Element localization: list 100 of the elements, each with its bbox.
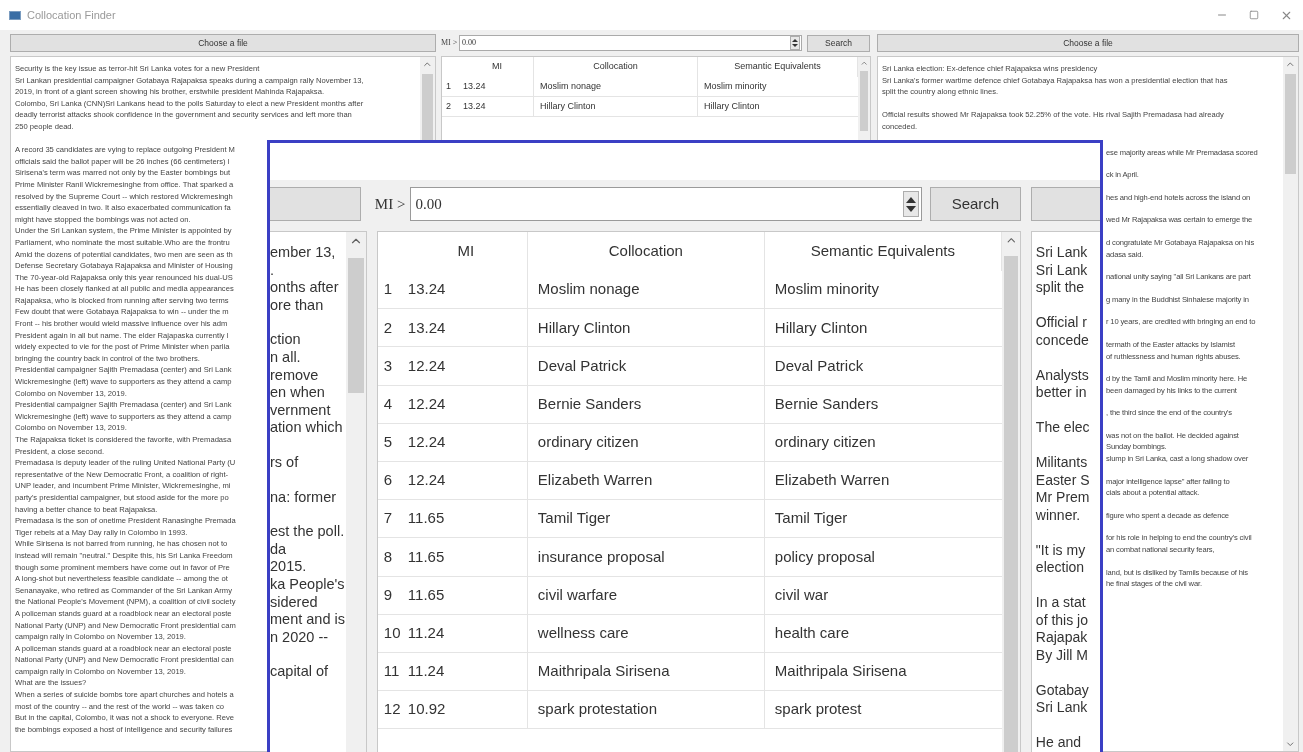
table-cell-text: 11.24 xyxy=(407,661,445,682)
text-line: split the xyxy=(1035,279,1085,297)
column-header[interactable]: MI xyxy=(492,60,502,74)
text-line: ember 13, xyxy=(270,244,336,262)
text-line: Sri Lank xyxy=(1035,261,1088,279)
text-line: est the poll. xyxy=(270,523,345,541)
table-cell-text: Elizabeth Warren xyxy=(537,470,653,491)
scroll-thumb[interactable] xyxy=(347,258,364,393)
text-line: Sri Lank xyxy=(1035,244,1088,262)
table-cell-text: Hillary Clinton xyxy=(540,99,596,113)
row-number: 4 xyxy=(383,393,393,414)
choose-file-button[interactable] xyxy=(270,187,361,221)
row-number: 2 xyxy=(383,317,393,338)
text-line: Militants xyxy=(1035,454,1088,472)
text-line: By Jill M xyxy=(1035,646,1088,664)
text-line: "It is my xyxy=(1035,541,1086,559)
scrollbar[interactable] xyxy=(1001,232,1020,752)
spin-arrows-icon[interactable] xyxy=(790,36,800,50)
choose-file-button[interactable] xyxy=(1030,187,1100,221)
table-cell-text: Bernie Sanders xyxy=(537,393,642,414)
column-header[interactable]: Semantic Equivalents xyxy=(810,240,955,263)
table-cell-text: ordinary citizen xyxy=(774,432,876,453)
mi-threshold-field[interactable]: 0.00 xyxy=(410,187,922,221)
row-number: 3 xyxy=(383,355,393,376)
text-panel[interactable]: ember 13, . onths after ore than ction n all. remove en when vernment ation which rs of na: former est the poll. da 2015. ka People's sidered ment and is n 2020 -- capital of xyxy=(270,231,367,752)
table-cell-text: Elizabeth Warren xyxy=(774,470,890,491)
choose-file-button[interactable]: Choose a file xyxy=(10,34,436,52)
text-line: ore than xyxy=(270,296,324,315)
table-cell-text: insurance proposal xyxy=(537,546,665,567)
text-line: ation which xyxy=(270,419,343,437)
text-line: da xyxy=(270,540,287,559)
text-line: onths after xyxy=(270,279,339,297)
text-line: of this jo xyxy=(1035,611,1088,629)
table-cell-text: 13.24 xyxy=(407,279,446,300)
search-button[interactable]: Search xyxy=(930,187,1021,221)
scrollbar[interactable] xyxy=(1283,57,1298,751)
column-header[interactable]: Collocation xyxy=(608,240,683,263)
text-line: remove xyxy=(270,366,319,385)
table-cell-text: 12.24 xyxy=(407,470,446,491)
table-cell-text: Hillary Clinton xyxy=(537,317,631,338)
choose-file-button[interactable]: Choose a file xyxy=(877,34,1299,52)
table-cell-text: 13.24 xyxy=(463,99,486,113)
scrollbar[interactable] xyxy=(345,232,366,752)
text-line: Rajapak xyxy=(1035,629,1088,647)
row-number: 8 xyxy=(383,546,393,567)
table-cell-text: civil warfare xyxy=(537,584,617,605)
text-line: Sri Lank xyxy=(1035,699,1088,717)
text-line: ment and is xyxy=(270,611,345,629)
maximize-icon xyxy=(1249,10,1259,20)
table-cell-text: 11.65 xyxy=(407,584,445,605)
table-cell-text: 13.24 xyxy=(407,317,446,338)
window-title: Collocation Finder xyxy=(27,7,116,23)
table-cell-text: health care xyxy=(774,623,850,644)
table-cell-text: 12.24 xyxy=(407,432,446,453)
text-line: concede xyxy=(1035,331,1089,349)
row-number: 12 xyxy=(383,699,401,720)
text-line: In a stat xyxy=(1035,594,1086,612)
table-cell-text: 12.24 xyxy=(407,393,446,414)
text-line: ction xyxy=(270,331,301,349)
text-line: na: former xyxy=(270,488,337,507)
spin-arrows-icon[interactable] xyxy=(903,191,919,217)
table-cell-text: Moslim nonage xyxy=(540,79,602,93)
text-line: Official r xyxy=(1035,314,1087,332)
table-cell-text: 12.24 xyxy=(407,355,446,376)
table-cell-text: Bernie Sanders xyxy=(774,393,879,414)
column-header[interactable]: Semantic Equivalents xyxy=(734,60,821,74)
table-cell-text: Deval Patrick xyxy=(774,355,864,376)
scroll-up-icon[interactable] xyxy=(859,59,869,68)
table-cell-text: Moslim minority xyxy=(704,79,767,93)
text-line: Analysts xyxy=(1035,366,1089,384)
text-line: 2015. xyxy=(270,558,307,576)
scroll-thumb[interactable] xyxy=(860,71,868,131)
filter-label: MI > xyxy=(374,194,407,214)
mi-threshold-field[interactable]: 0.00 xyxy=(459,35,802,51)
scroll-thumb[interactable] xyxy=(1003,256,1018,752)
table-cell-text: civil war xyxy=(774,584,829,605)
table-cell-text: Hillary Clinton xyxy=(704,99,760,113)
text-line: vernment xyxy=(270,401,331,420)
column-header[interactable]: MI xyxy=(457,240,475,263)
text-line: Gotabay xyxy=(1035,681,1089,699)
search-button[interactable]: Search xyxy=(807,34,870,52)
table-cell-text: ordinary citizen xyxy=(537,432,639,453)
table-cell-text: 10.92 xyxy=(407,699,446,720)
app-icon xyxy=(9,10,21,20)
table-cell-text: Hillary Clinton xyxy=(774,317,868,338)
text-line: Mr Prem xyxy=(1035,489,1090,507)
text-panel[interactable]: Sri Lank Sri Lank split the Official r concede Analysts better in The elec Militants Easter S Mr Prem winner. "It is my election In a stat of this jo Rajapak By Jill M Gotabay Sri Lank He and xyxy=(1030,231,1100,752)
row-number: 10 xyxy=(383,623,401,644)
row-number: 1 xyxy=(383,279,393,300)
text-line: The elec xyxy=(1035,419,1090,437)
row-number: 5 xyxy=(383,432,393,453)
table-cell-text: policy proposal xyxy=(774,546,875,567)
text-line: n 2020 -- xyxy=(270,628,329,647)
column-header[interactable]: Collocation xyxy=(593,60,638,74)
row-number: 6 xyxy=(383,470,393,491)
text-line: . xyxy=(270,261,275,280)
row-number: 9 xyxy=(383,584,393,605)
text-line: He and xyxy=(1035,734,1081,752)
scroll-thumb[interactable] xyxy=(1285,74,1296,174)
filter-label: MI > xyxy=(441,37,458,49)
